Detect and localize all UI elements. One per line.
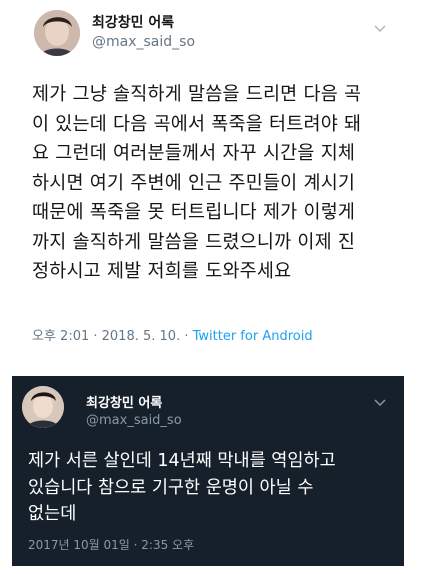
timestamp[interactable]: 2017년 10월 01일 · 2:35 오후 — [28, 536, 194, 553]
chevron-down-icon[interactable] — [374, 392, 386, 411]
profile-photo-icon — [22, 386, 64, 428]
display-name[interactable]: 최강창민 어록 — [86, 392, 162, 411]
tweet-metadata: 오후 2:01 · 2018. 5. 10. · Twitter for And… — [32, 325, 313, 344]
timestamp[interactable]: 오후 2:01 · 2018. 5. 10. · — [32, 329, 193, 344]
chevron-down-icon[interactable] — [374, 18, 386, 37]
tweet-text: 제가 서른 살인데 14년째 막내를 역임하고 있습니다 참으로 기구한 운명이… — [28, 451, 336, 524]
user-handle[interactable]: @max_said_so — [86, 413, 182, 428]
tweet-card-light[interactable]: 최강창민 어록 @max_said_so 제가 그냥 솔직하게 말씀을 드리면 … — [12, 0, 415, 362]
avatar[interactable] — [34, 10, 80, 56]
tweet-text: 제가 그냥 솔직하게 말씀을 드리면 다음 곡 이 있는데 다음 곡에서 폭죽을… — [32, 84, 362, 282]
source-link[interactable]: Twitter for Android — [193, 329, 313, 344]
avatar[interactable] — [22, 386, 64, 428]
user-handle[interactable]: @max_said_so — [92, 34, 195, 50]
profile-photo-icon — [34, 10, 80, 56]
tweet-card-dark[interactable]: 최강창민 어록 @max_said_so 제가 서른 살인데 14년째 막내를 … — [12, 376, 404, 566]
display-name[interactable]: 최강창민 어록 — [92, 12, 174, 32]
